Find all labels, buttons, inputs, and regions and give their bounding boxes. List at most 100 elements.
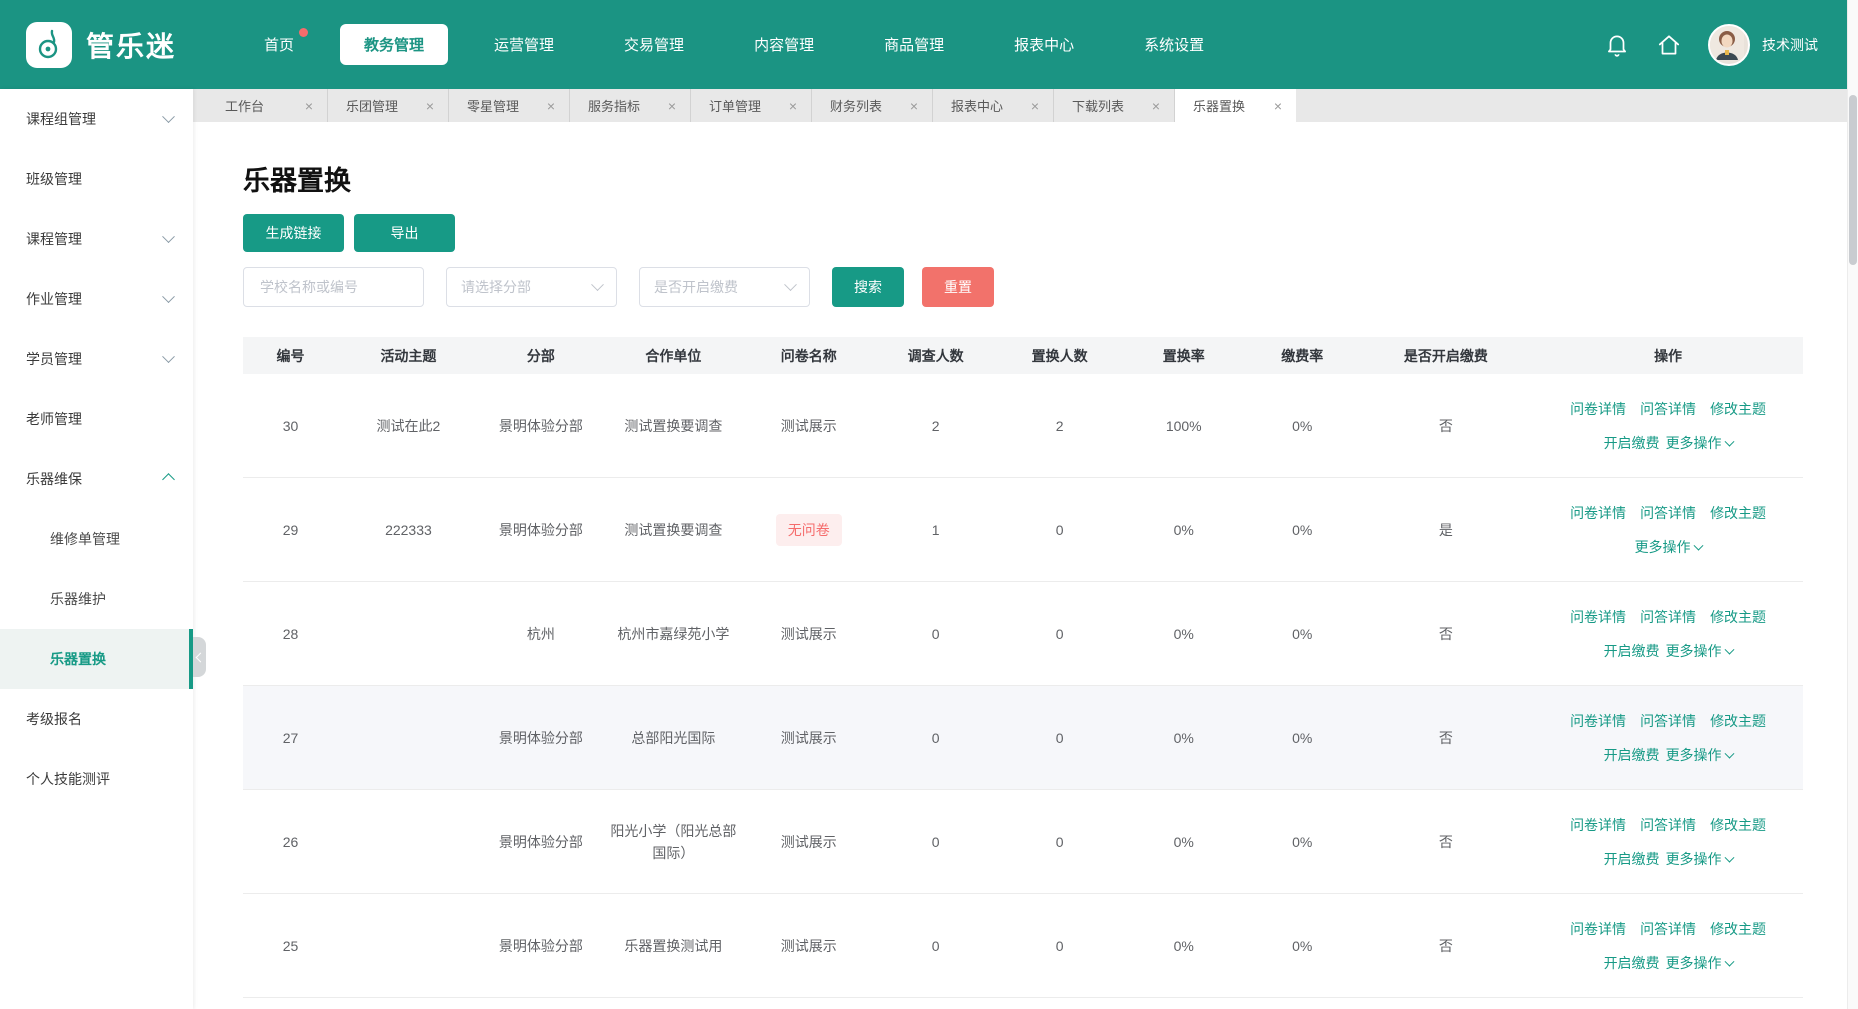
close-icon[interactable]: × (1031, 98, 1039, 114)
nav-item-报表中心[interactable]: 报表中心 (990, 24, 1098, 65)
topbar-right: 技术测试 (1604, 24, 1858, 66)
search-button[interactable]: 搜索 (832, 267, 904, 307)
action-link-问卷详情[interactable]: 问卷详情 (1570, 398, 1626, 420)
sidebar-item-作业管理[interactable]: 作业管理 (0, 269, 193, 329)
action-link-问答详情[interactable]: 问答详情 (1640, 606, 1696, 628)
action-link-问答详情[interactable]: 问答详情 (1640, 398, 1696, 420)
action-line-1: 问卷详情问答详情修改主题 (1570, 710, 1766, 732)
chevron-down-icon (1724, 436, 1734, 446)
home-icon[interactable] (1656, 32, 1682, 58)
generate-link-button[interactable]: 生成链接 (243, 214, 344, 252)
action-link-更多操作[interactable]: 更多操作 (1666, 848, 1733, 870)
tab-零星管理[interactable]: 零星管理× (449, 89, 570, 122)
nav-item-运营管理[interactable]: 运营管理 (470, 24, 578, 65)
tab-乐器置换[interactable]: 乐器置换× (1175, 89, 1296, 122)
close-icon[interactable]: × (668, 98, 676, 114)
nav-item-交易管理[interactable]: 交易管理 (600, 24, 708, 65)
sidebar-item-乐器维保[interactable]: 乐器维保 (0, 449, 193, 509)
user-name[interactable]: 技术测试 (1762, 35, 1818, 55)
action-link-问卷详情[interactable]: 问卷详情 (1570, 918, 1626, 940)
nav-item-系统设置[interactable]: 系统设置 (1120, 24, 1228, 65)
action-link-修改主题[interactable]: 修改主题 (1710, 814, 1766, 836)
sidebar-item-个人技能测评[interactable]: 个人技能测评 (0, 749, 193, 809)
close-icon[interactable]: × (910, 98, 918, 114)
action-link-问答详情[interactable]: 问答详情 (1640, 814, 1696, 836)
bell-icon[interactable] (1604, 32, 1630, 58)
action-link-更多操作[interactable]: 更多操作 (1635, 536, 1702, 558)
school-search-input[interactable] (258, 278, 409, 296)
sidebar-subitem-乐器置换[interactable]: 乐器置换 (0, 629, 193, 689)
nav-item-内容管理[interactable]: 内容管理 (730, 24, 838, 65)
cell-survey: 测试展示 (744, 831, 874, 853)
reset-button[interactable]: 重置 (922, 267, 994, 307)
sidebar-subitem-乐器维护[interactable]: 乐器维护 (0, 569, 193, 629)
nav-item-商品管理[interactable]: 商品管理 (860, 24, 968, 65)
nav-item-首页[interactable]: 首页 (240, 24, 318, 65)
action-link-修改主题[interactable]: 修改主题 (1710, 918, 1766, 940)
table-header: 编号活动主题分部合作单位问卷名称调查人数置换人数置换率缴费率是否开启缴费操作 (243, 337, 1803, 374)
action-link-修改主题[interactable]: 修改主题 (1710, 398, 1766, 420)
action-link-更多操作[interactable]: 更多操作 (1666, 640, 1733, 662)
topbar: 管乐迷 首页教务管理运营管理交易管理内容管理商品管理报表中心系统设置 技术测试 (0, 0, 1858, 89)
close-icon[interactable]: × (547, 98, 555, 114)
tab-下载列表[interactable]: 下载列表× (1054, 89, 1175, 122)
action-link-问卷详情[interactable]: 问卷详情 (1570, 606, 1626, 628)
action-link-问答详情[interactable]: 问答详情 (1640, 918, 1696, 940)
action-link-问卷详情[interactable]: 问卷详情 (1570, 502, 1626, 524)
action-link-更多操作[interactable]: 更多操作 (1666, 432, 1733, 454)
action-link-修改主题[interactable]: 修改主题 (1710, 502, 1766, 524)
table-row: 28杭州杭州市嘉绿苑小学测试展示000%0%否问卷详情问答详情修改主题开启缴费更… (243, 582, 1803, 686)
tab-工作台[interactable]: 工作台× (207, 89, 328, 122)
action-link-开启缴费[interactable]: 开启缴费 (1604, 952, 1660, 974)
action-link-开启缴费[interactable]: 开启缴费 (1604, 848, 1660, 870)
action-link-问卷详情[interactable]: 问卷详情 (1570, 814, 1626, 836)
action-link-开启缴费[interactable]: 开启缴费 (1604, 432, 1660, 454)
action-link-问卷详情[interactable]: 问卷详情 (1570, 710, 1626, 732)
tab-乐团管理[interactable]: 乐团管理× (328, 89, 449, 122)
avatar[interactable] (1708, 24, 1750, 66)
tab-服务指标[interactable]: 服务指标× (570, 89, 691, 122)
sidebar-item-老师管理[interactable]: 老师管理 (0, 389, 193, 449)
sidebar-item-课程管理[interactable]: 课程管理 (0, 209, 193, 269)
main-panel: 工作台×乐团管理×零星管理×服务指标×订单管理×财务列表×报表中心×下载列表×乐… (193, 89, 1858, 1009)
cell-branch: 景明体验分部 (479, 727, 603, 749)
action-line-1: 问卷详情问答详情修改主题 (1570, 814, 1766, 836)
school-search-field[interactable] (243, 267, 424, 307)
cell-survey: 测试展示 (744, 935, 874, 957)
tab-财务列表[interactable]: 财务列表× (812, 89, 933, 122)
sidebar-item-学员管理[interactable]: 学员管理 (0, 329, 193, 389)
action-link-问答详情[interactable]: 问答详情 (1640, 710, 1696, 732)
scrollbar-thumb[interactable] (1849, 95, 1857, 265)
sidebar-collapse-handle[interactable] (193, 637, 206, 677)
branch-select[interactable]: 请选择分部 (446, 267, 617, 307)
action-link-更多操作[interactable]: 更多操作 (1666, 744, 1733, 766)
tab-订单管理[interactable]: 订单管理× (691, 89, 812, 122)
close-icon[interactable]: × (1274, 98, 1282, 114)
cell-partner: 测试置换要调查 (603, 415, 744, 437)
sidebar-item-考级报名[interactable]: 考级报名 (0, 689, 193, 749)
action-link-更多操作[interactable]: 更多操作 (1666, 952, 1733, 974)
export-button[interactable]: 导出 (354, 214, 455, 252)
fee-select[interactable]: 是否开启缴费 (639, 267, 810, 307)
action-link-问答详情[interactable]: 问答详情 (1640, 502, 1696, 524)
action-link-修改主题[interactable]: 修改主题 (1710, 710, 1766, 732)
chevron-down-icon (591, 278, 604, 291)
close-icon[interactable]: × (305, 98, 313, 114)
column-header-调查人数: 调查人数 (874, 345, 998, 367)
sidebar-item-课程组管理[interactable]: 课程组管理 (0, 89, 193, 149)
cell-partner: 杭州市嘉绿苑小学 (603, 623, 744, 645)
close-icon[interactable]: × (789, 98, 797, 114)
sidebar-subitem-维修单管理[interactable]: 维修单管理 (0, 509, 193, 569)
action-link-开启缴费[interactable]: 开启缴费 (1604, 640, 1660, 662)
sidebar-item-班级管理[interactable]: 班级管理 (0, 149, 193, 209)
cell-actions: 问卷详情问答详情修改主题开启缴费更多操作 (1533, 398, 1803, 454)
action-link-修改主题[interactable]: 修改主题 (1710, 606, 1766, 628)
column-header-活动主题: 活动主题 (338, 345, 479, 367)
close-icon[interactable]: × (1152, 98, 1160, 114)
close-icon[interactable]: × (426, 98, 434, 114)
table-body: 30测试在此2景明体验分部测试置换要调查测试展示22100%0%否问卷详情问答详… (243, 374, 1803, 998)
nav-item-教务管理[interactable]: 教务管理 (340, 24, 448, 65)
scrollbar-track[interactable] (1847, 0, 1858, 1009)
action-link-开启缴费[interactable]: 开启缴费 (1604, 744, 1660, 766)
tab-报表中心[interactable]: 报表中心× (933, 89, 1054, 122)
